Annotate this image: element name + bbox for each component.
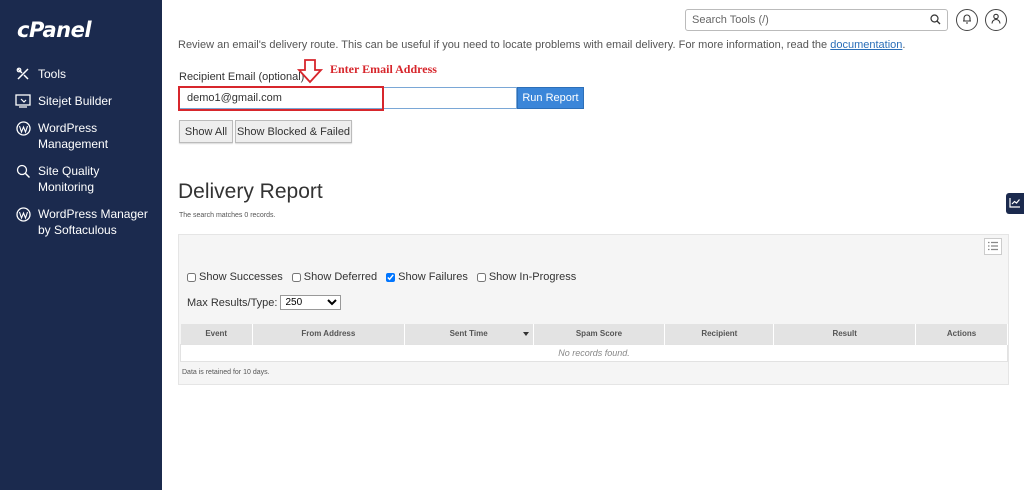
sidebar-item-label: Site Quality Monitoring bbox=[38, 164, 100, 194]
empty-message: No records found. bbox=[180, 343, 1008, 362]
sidebar-item-sitejet[interactable]: Sitejet Builder bbox=[0, 93, 162, 109]
tools-icon bbox=[14, 66, 32, 82]
filter-successes[interactable]: Show Successes bbox=[187, 271, 283, 283]
annotation-text: Enter Email Address bbox=[330, 62, 437, 76]
list-icon bbox=[987, 240, 999, 254]
show-successes-checkbox[interactable] bbox=[187, 272, 196, 282]
show-deferred-checkbox[interactable] bbox=[291, 272, 301, 282]
recipient-email-input[interactable] bbox=[179, 87, 517, 109]
search-input[interactable] bbox=[686, 10, 916, 30]
search-box bbox=[685, 9, 948, 31]
max-results-row: Max Results/Type: 250 bbox=[187, 295, 342, 310]
table-row: No records found. bbox=[180, 343, 1008, 362]
max-results-select[interactable]: 250 bbox=[280, 295, 342, 310]
sidebar-item-label: WordPress Management bbox=[38, 121, 109, 151]
col-sent-time[interactable]: Sent Time bbox=[404, 324, 534, 344]
intro-text: Review an email's delivery route. This c… bbox=[178, 39, 906, 51]
sidebar-item-site-quality[interactable]: Site Quality Monitoring bbox=[0, 163, 162, 195]
filter-failures[interactable]: Show Failures bbox=[386, 271, 468, 283]
cpanel-logo[interactable]: cPanel bbox=[17, 18, 92, 42]
filter-checkboxes: Show Successes Show Deferred Show Failur… bbox=[187, 271, 585, 283]
sidebar: cPanel Tools Sitejet Builder WordPress M… bbox=[0, 0, 162, 490]
sidebar-item-label: Tools bbox=[38, 67, 67, 81]
wordpress-icon bbox=[14, 206, 32, 222]
col-result[interactable]: Result bbox=[773, 324, 917, 344]
show-blocked-failed-button[interactable]: Show Blocked & Failed bbox=[235, 120, 352, 143]
search-icon[interactable] bbox=[930, 14, 941, 28]
user-icon bbox=[991, 13, 1001, 27]
down-arrow-annotation-icon bbox=[296, 58, 324, 87]
report-title: Delivery Report bbox=[178, 180, 323, 203]
col-spam-score[interactable]: Spam Score bbox=[533, 324, 666, 344]
sidebar-nav: Tools Sitejet Builder WordPress Manageme… bbox=[0, 62, 162, 238]
report-count: The search matches 0 records. bbox=[179, 212, 276, 219]
show-failures-checkbox[interactable] bbox=[386, 272, 396, 282]
show-all-button[interactable]: Show All bbox=[179, 120, 233, 143]
magnifier-icon bbox=[14, 163, 32, 179]
sidebar-item-wordpress-management[interactable]: WordPress Management bbox=[0, 120, 162, 152]
max-results-label: Max Results/Type: bbox=[187, 296, 278, 309]
sidebar-item-label: Sitejet Builder bbox=[38, 94, 113, 108]
chart-trend-icon bbox=[1009, 197, 1021, 211]
retention-note: Data is retained for 10 days. bbox=[182, 369, 270, 376]
sort-desc-icon bbox=[522, 332, 529, 336]
sidebar-item-wordpress-softaculous[interactable]: WordPress Manager by Softaculous bbox=[0, 206, 162, 238]
columns-toggle-button[interactable] bbox=[984, 238, 1002, 255]
run-report-button[interactable]: Run Report bbox=[517, 87, 584, 109]
col-recipient[interactable]: Recipient bbox=[664, 324, 775, 344]
show-in-progress-checkbox[interactable] bbox=[476, 272, 486, 282]
delivery-report-table: Event From Address Sent Time Spam Score … bbox=[180, 324, 1008, 362]
wordpress-icon bbox=[14, 120, 32, 136]
col-actions: Actions bbox=[915, 324, 1008, 344]
bell-icon bbox=[962, 13, 972, 27]
filter-deferred[interactable]: Show Deferred bbox=[291, 271, 377, 283]
notifications-button[interactable] bbox=[956, 9, 978, 31]
sidebar-item-tools[interactable]: Tools bbox=[0, 66, 162, 82]
sitejet-icon bbox=[14, 93, 32, 109]
col-from-address[interactable]: From Address bbox=[252, 324, 405, 344]
user-menu-button[interactable] bbox=[985, 9, 1007, 31]
filter-in-progress[interactable]: Show In-Progress bbox=[476, 271, 576, 283]
col-event[interactable]: Event bbox=[180, 324, 253, 344]
sidebar-item-label: WordPress Manager by Softaculous bbox=[38, 207, 148, 237]
recipient-label: Recipient Email (optional) bbox=[179, 71, 305, 83]
stats-side-tab[interactable] bbox=[1006, 193, 1024, 214]
table-header-row: Event From Address Sent Time Spam Score … bbox=[180, 324, 1008, 344]
documentation-link[interactable]: documentation bbox=[830, 39, 902, 51]
